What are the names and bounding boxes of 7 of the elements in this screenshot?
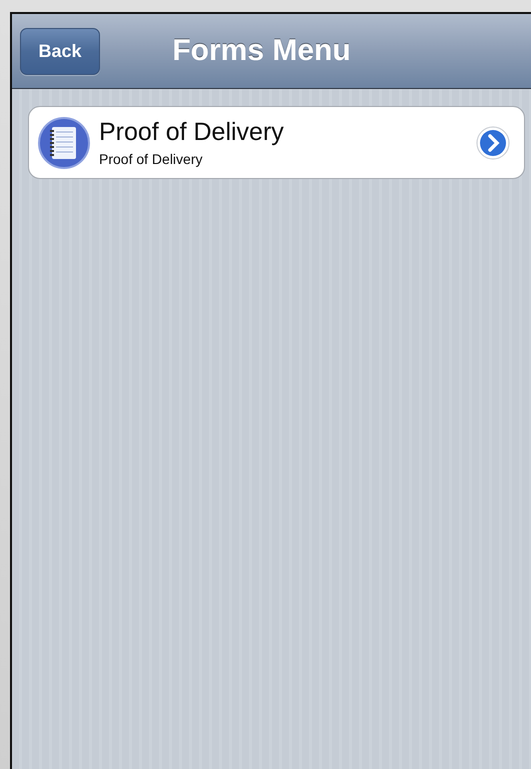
form-title: Proof of Delivery [99, 118, 285, 147]
nav-title: Forms Menu [172, 34, 351, 68]
chevron-icon[interactable] [476, 126, 510, 160]
form-list-item[interactable]: Proof of Delivery Proof of Delivery [28, 106, 525, 179]
form-subtitle: Proof of Delivery [99, 151, 204, 167]
notepad-icon [37, 116, 91, 170]
back-button[interactable]: Back [20, 28, 100, 75]
